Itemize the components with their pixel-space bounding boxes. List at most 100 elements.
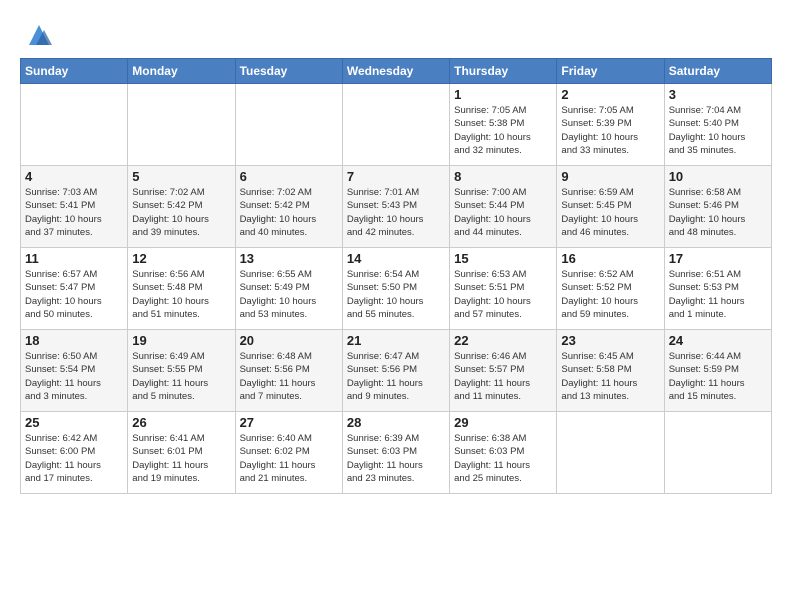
day-cell-2: 2 Sunrise: 7:05 AM Sunset: 5:39 PM Daylig… bbox=[557, 84, 664, 166]
day-number-1: 1 bbox=[454, 87, 552, 102]
day-cell-10: 10 Sunrise: 6:58 AM Sunset: 5:46 PM Dayli… bbox=[664, 166, 771, 248]
day-cell-19: 19 Sunrise: 6:49 AM Sunset: 5:55 PM Dayli… bbox=[128, 330, 235, 412]
day-number-16: 16 bbox=[561, 251, 659, 266]
weekday-header-saturday: Saturday bbox=[664, 59, 771, 84]
weekday-header-row: SundayMondayTuesdayWednesdayThursdayFrid… bbox=[21, 59, 772, 84]
weekday-header-monday: Monday bbox=[128, 59, 235, 84]
day-number-10: 10 bbox=[669, 169, 767, 184]
day-cell-7: 7 Sunrise: 7:01 AM Sunset: 5:43 PM Daylig… bbox=[342, 166, 449, 248]
week-row-1: 1 Sunrise: 7:05 AM Sunset: 5:38 PM Daylig… bbox=[21, 84, 772, 166]
day-cell-21: 21 Sunrise: 6:47 AM Sunset: 5:56 PM Dayli… bbox=[342, 330, 449, 412]
day-info-8: Sunrise: 7:00 AM Sunset: 5:44 PM Dayligh… bbox=[454, 186, 552, 239]
day-cell-1: 1 Sunrise: 7:05 AM Sunset: 5:38 PM Daylig… bbox=[450, 84, 557, 166]
day-number-20: 20 bbox=[240, 333, 338, 348]
day-info-12: Sunrise: 6:56 AM Sunset: 5:48 PM Dayligh… bbox=[132, 268, 230, 321]
day-number-24: 24 bbox=[669, 333, 767, 348]
week-row-5: 25 Sunrise: 6:42 AM Sunset: 6:00 PM Dayli… bbox=[21, 412, 772, 494]
empty-cell bbox=[21, 84, 128, 166]
day-number-4: 4 bbox=[25, 169, 123, 184]
day-cell-6: 6 Sunrise: 7:02 AM Sunset: 5:42 PM Daylig… bbox=[235, 166, 342, 248]
day-cell-14: 14 Sunrise: 6:54 AM Sunset: 5:50 PM Dayli… bbox=[342, 248, 449, 330]
day-cell-22: 22 Sunrise: 6:46 AM Sunset: 5:57 PM Dayli… bbox=[450, 330, 557, 412]
day-number-8: 8 bbox=[454, 169, 552, 184]
day-number-14: 14 bbox=[347, 251, 445, 266]
day-number-19: 19 bbox=[132, 333, 230, 348]
day-number-5: 5 bbox=[132, 169, 230, 184]
day-info-25: Sunrise: 6:42 AM Sunset: 6:00 PM Dayligh… bbox=[25, 432, 123, 485]
day-cell-28: 28 Sunrise: 6:39 AM Sunset: 6:03 PM Dayli… bbox=[342, 412, 449, 494]
day-info-14: Sunrise: 6:54 AM Sunset: 5:50 PM Dayligh… bbox=[347, 268, 445, 321]
day-number-2: 2 bbox=[561, 87, 659, 102]
day-cell-17: 17 Sunrise: 6:51 AM Sunset: 5:53 PM Dayli… bbox=[664, 248, 771, 330]
day-number-25: 25 bbox=[25, 415, 123, 430]
day-cell-5: 5 Sunrise: 7:02 AM Sunset: 5:42 PM Daylig… bbox=[128, 166, 235, 248]
day-info-24: Sunrise: 6:44 AM Sunset: 5:59 PM Dayligh… bbox=[669, 350, 767, 403]
weekday-header-tuesday: Tuesday bbox=[235, 59, 342, 84]
day-number-23: 23 bbox=[561, 333, 659, 348]
day-cell-9: 9Sunrise: 6:59 AM Sunset: 5:45 PM Daylig… bbox=[557, 166, 664, 248]
day-info-16: Sunrise: 6:52 AM Sunset: 5:52 PM Dayligh… bbox=[561, 268, 659, 321]
calendar-table: SundayMondayTuesdayWednesdayThursdayFrid… bbox=[20, 58, 772, 494]
day-info-26: Sunrise: 6:41 AM Sunset: 6:01 PM Dayligh… bbox=[132, 432, 230, 485]
day-number-7: 7 bbox=[347, 169, 445, 184]
day-info-10: Sunrise: 6:58 AM Sunset: 5:46 PM Dayligh… bbox=[669, 186, 767, 239]
day-info-28: Sunrise: 6:39 AM Sunset: 6:03 PM Dayligh… bbox=[347, 432, 445, 485]
week-row-2: 4Sunrise: 7:03 AM Sunset: 5:41 PM Daylig… bbox=[21, 166, 772, 248]
day-info-11: Sunrise: 6:57 AM Sunset: 5:47 PM Dayligh… bbox=[25, 268, 123, 321]
day-info-15: Sunrise: 6:53 AM Sunset: 5:51 PM Dayligh… bbox=[454, 268, 552, 321]
day-cell-8: 8 Sunrise: 7:00 AM Sunset: 5:44 PM Daylig… bbox=[450, 166, 557, 248]
day-number-28: 28 bbox=[347, 415, 445, 430]
day-number-18: 18 bbox=[25, 333, 123, 348]
day-number-11: 11 bbox=[25, 251, 123, 266]
day-cell-15: 15 Sunrise: 6:53 AM Sunset: 5:51 PM Dayli… bbox=[450, 248, 557, 330]
day-cell-4: 4Sunrise: 7:03 AM Sunset: 5:41 PM Daylig… bbox=[21, 166, 128, 248]
day-cell-13: 13 Sunrise: 6:55 AM Sunset: 5:49 PM Dayli… bbox=[235, 248, 342, 330]
day-info-17: Sunrise: 6:51 AM Sunset: 5:53 PM Dayligh… bbox=[669, 268, 767, 321]
day-number-29: 29 bbox=[454, 415, 552, 430]
day-number-6: 6 bbox=[240, 169, 338, 184]
day-info-19: Sunrise: 6:49 AM Sunset: 5:55 PM Dayligh… bbox=[132, 350, 230, 403]
day-cell-27: 27Sunrise: 6:40 AM Sunset: 6:02 PM Dayli… bbox=[235, 412, 342, 494]
weekday-header-wednesday: Wednesday bbox=[342, 59, 449, 84]
day-info-20: Sunrise: 6:48 AM Sunset: 5:56 PM Dayligh… bbox=[240, 350, 338, 403]
week-row-4: 18 Sunrise: 6:50 AM Sunset: 5:54 PM Dayli… bbox=[21, 330, 772, 412]
empty-cell bbox=[664, 412, 771, 494]
day-info-21: Sunrise: 6:47 AM Sunset: 5:56 PM Dayligh… bbox=[347, 350, 445, 403]
header bbox=[20, 20, 772, 50]
logo-icon bbox=[24, 20, 54, 50]
weekday-header-sunday: Sunday bbox=[21, 59, 128, 84]
day-cell-24: 24 Sunrise: 6:44 AM Sunset: 5:59 PM Dayli… bbox=[664, 330, 771, 412]
day-number-22: 22 bbox=[454, 333, 552, 348]
day-info-1: Sunrise: 7:05 AM Sunset: 5:38 PM Dayligh… bbox=[454, 104, 552, 157]
day-info-2: Sunrise: 7:05 AM Sunset: 5:39 PM Dayligh… bbox=[561, 104, 659, 157]
day-cell-16: 16 Sunrise: 6:52 AM Sunset: 5:52 PM Dayli… bbox=[557, 248, 664, 330]
day-cell-11: 11 Sunrise: 6:57 AM Sunset: 5:47 PM Dayli… bbox=[21, 248, 128, 330]
empty-cell bbox=[342, 84, 449, 166]
day-info-7: Sunrise: 7:01 AM Sunset: 5:43 PM Dayligh… bbox=[347, 186, 445, 239]
day-info-29: Sunrise: 6:38 AM Sunset: 6:03 PM Dayligh… bbox=[454, 432, 552, 485]
day-cell-25: 25 Sunrise: 6:42 AM Sunset: 6:00 PM Dayli… bbox=[21, 412, 128, 494]
day-number-26: 26 bbox=[132, 415, 230, 430]
day-number-13: 13 bbox=[240, 251, 338, 266]
day-info-3: Sunrise: 7:04 AM Sunset: 5:40 PM Dayligh… bbox=[669, 104, 767, 157]
day-number-17: 17 bbox=[669, 251, 767, 266]
day-cell-26: 26 Sunrise: 6:41 AM Sunset: 6:01 PM Dayli… bbox=[128, 412, 235, 494]
day-info-22: Sunrise: 6:46 AM Sunset: 5:57 PM Dayligh… bbox=[454, 350, 552, 403]
day-number-21: 21 bbox=[347, 333, 445, 348]
day-info-13: Sunrise: 6:55 AM Sunset: 5:49 PM Dayligh… bbox=[240, 268, 338, 321]
empty-cell bbox=[557, 412, 664, 494]
page: SundayMondayTuesdayWednesdayThursdayFrid… bbox=[0, 0, 792, 612]
day-info-9: Sunrise: 6:59 AM Sunset: 5:45 PM Dayligh… bbox=[561, 186, 659, 239]
day-info-23: Sunrise: 6:45 AM Sunset: 5:58 PM Dayligh… bbox=[561, 350, 659, 403]
day-number-3: 3 bbox=[669, 87, 767, 102]
day-cell-20: 20 Sunrise: 6:48 AM Sunset: 5:56 PM Dayli… bbox=[235, 330, 342, 412]
day-cell-18: 18 Sunrise: 6:50 AM Sunset: 5:54 PM Dayli… bbox=[21, 330, 128, 412]
day-info-6: Sunrise: 7:02 AM Sunset: 5:42 PM Dayligh… bbox=[240, 186, 338, 239]
empty-cell bbox=[128, 84, 235, 166]
day-cell-29: 29 Sunrise: 6:38 AM Sunset: 6:03 PM Dayli… bbox=[450, 412, 557, 494]
week-row-3: 11 Sunrise: 6:57 AM Sunset: 5:47 PM Dayli… bbox=[21, 248, 772, 330]
day-info-18: Sunrise: 6:50 AM Sunset: 5:54 PM Dayligh… bbox=[25, 350, 123, 403]
day-cell-23: 23 Sunrise: 6:45 AM Sunset: 5:58 PM Dayli… bbox=[557, 330, 664, 412]
day-info-5: Sunrise: 7:02 AM Sunset: 5:42 PM Dayligh… bbox=[132, 186, 230, 239]
day-number-15: 15 bbox=[454, 251, 552, 266]
